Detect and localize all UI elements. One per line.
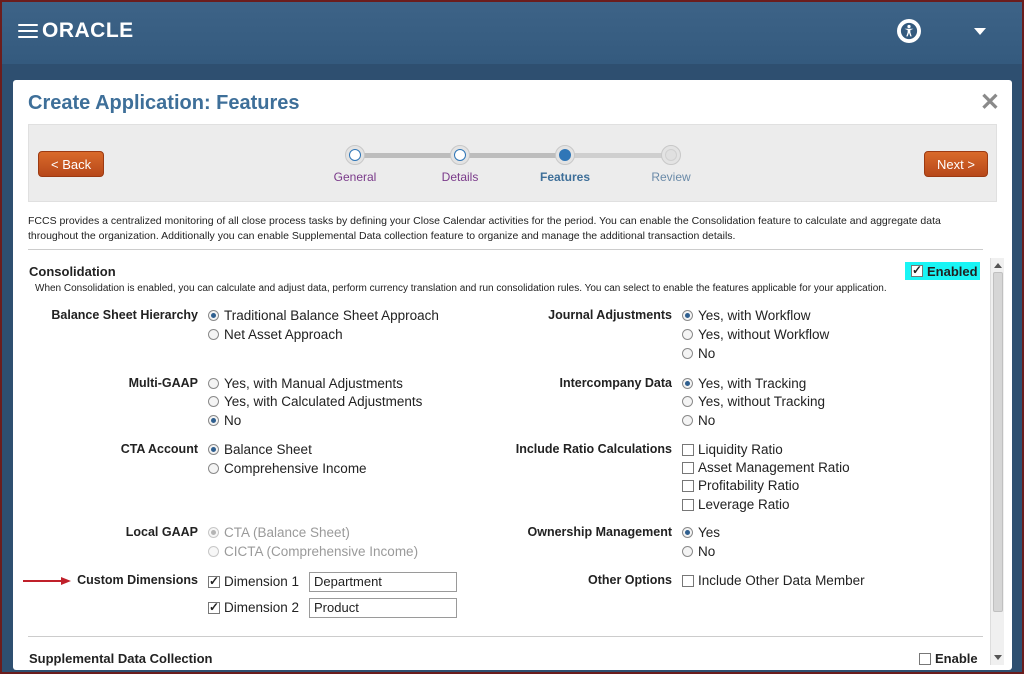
accessibility-icon[interactable]: [897, 19, 921, 43]
train-label-details[interactable]: Details: [420, 170, 500, 184]
radio-journal-no[interactable]: No: [682, 346, 715, 361]
radio-multigaap-manual[interactable]: Yes, with Manual Adjustments: [208, 376, 403, 391]
dimension-1-input[interactable]: Department: [309, 572, 457, 592]
checkbox-leverage-ratio[interactable]: Leverage Ratio: [682, 497, 790, 512]
dimension-2-checkbox[interactable]: Dimension 2: [208, 600, 299, 615]
local-gaap-label: Local GAAP: [125, 525, 198, 539]
dimension-1-checkbox[interactable]: Dimension 1: [208, 574, 299, 589]
scroll-down-icon[interactable]: [994, 655, 1002, 660]
radio-cta-balance-sheet[interactable]: Balance Sheet: [208, 442, 312, 457]
scroll-up-icon[interactable]: [994, 263, 1002, 268]
dialog-title: Create Application: Features: [28, 92, 300, 114]
train-label-review[interactable]: Review: [631, 170, 711, 184]
radio-cta-comprehensive-income[interactable]: Comprehensive Income: [208, 461, 367, 476]
train-label-general[interactable]: General: [315, 170, 395, 184]
create-application-dialog: Create Application: Features ✕ < Back Ge…: [13, 80, 1012, 670]
divider: [28, 636, 983, 637]
train-stop-general[interactable]: [345, 145, 365, 165]
radio-net-asset-approach[interactable]: Net Asset Approach: [208, 327, 343, 342]
journal-adjustments-label: Journal Adjustments: [548, 308, 672, 322]
radio-local-gaap-cta: CTA (Balance Sheet): [208, 525, 350, 540]
next-button[interactable]: Next >: [924, 151, 988, 177]
scroll-thumb[interactable]: [993, 272, 1003, 612]
radio-local-gaap-cicta: CICTA (Comprehensive Income): [208, 544, 418, 559]
ratio-calculations-label: Include Ratio Calculations: [515, 442, 672, 456]
intercompany-data-label: Intercompany Data: [559, 376, 672, 390]
train-stop-review[interactable]: [661, 145, 681, 165]
radio-journal-with-workflow[interactable]: Yes, with Workflow: [682, 308, 811, 323]
checkbox-profitability-ratio[interactable]: Profitability Ratio: [682, 478, 799, 493]
top-bar: ORACLE: [2, 2, 1022, 64]
supplemental-title: Supplemental Data Collection: [29, 651, 213, 666]
description-text: FCCS provides a centralized monitoring o…: [28, 215, 941, 242]
other-options-label: Other Options: [587, 573, 672, 587]
oracle-logo: ORACLE: [42, 19, 134, 42]
radio-multigaap-calculated[interactable]: Yes, with Calculated Adjustments: [208, 394, 422, 409]
radio-journal-without-workflow[interactable]: Yes, without Workflow: [682, 327, 829, 342]
train-stop-features[interactable]: [555, 145, 575, 165]
radio-traditional-balance-sheet[interactable]: Traditional Balance Sheet Approach: [208, 308, 439, 323]
train-track: [355, 153, 672, 158]
consolidation-subtitle: When Consolidation is enabled, you can c…: [35, 283, 887, 294]
enabled-label: Enabled: [927, 263, 978, 279]
radio-ownership-yes[interactable]: Yes: [682, 525, 720, 540]
train-stop-details[interactable]: [450, 145, 470, 165]
train-label-features[interactable]: Features: [525, 170, 605, 184]
radio-intercompany-without-tracking[interactable]: Yes, without Tracking: [682, 394, 825, 409]
checkbox-liquidity-ratio[interactable]: Liquidity Ratio: [682, 442, 783, 457]
back-button[interactable]: < Back: [38, 151, 105, 177]
consolidation-title: Consolidation: [29, 264, 116, 279]
radio-intercompany-no[interactable]: No: [682, 413, 715, 428]
supplemental-enable-checkbox[interactable]: Enable: [919, 651, 978, 666]
multi-gaap-label: Multi-GAAP: [128, 376, 198, 390]
ownership-management-label: Ownership Management: [527, 525, 672, 539]
scrollbar[interactable]: [990, 258, 1004, 665]
checkbox-asset-management-ratio[interactable]: Asset Management Ratio: [682, 460, 850, 475]
custom-dimensions-label: Custom Dimensions: [77, 573, 198, 587]
checkbox-icon[interactable]: [911, 263, 923, 277]
close-icon[interactable]: ✕: [980, 88, 1000, 117]
caret-down-icon[interactable]: [974, 28, 986, 35]
checkbox-include-other-data-member[interactable]: Include Other Data Member: [682, 573, 865, 588]
radio-multigaap-no[interactable]: No: [208, 413, 241, 428]
radio-intercompany-with-tracking[interactable]: Yes, with Tracking: [682, 376, 806, 391]
consolidation-enabled-checkbox[interactable]: Enabled: [905, 262, 980, 280]
hamburger-icon[interactable]: [18, 24, 38, 38]
dimension-2-input[interactable]: Product: [309, 598, 457, 618]
divider: [28, 249, 983, 250]
wizard-train: < Back General Details Features Review N…: [28, 124, 997, 202]
radio-ownership-no[interactable]: No: [682, 544, 715, 559]
cta-account-label: CTA Account: [120, 442, 198, 456]
balance-sheet-hierarchy-label: Balance Sheet Hierarchy: [51, 308, 198, 322]
